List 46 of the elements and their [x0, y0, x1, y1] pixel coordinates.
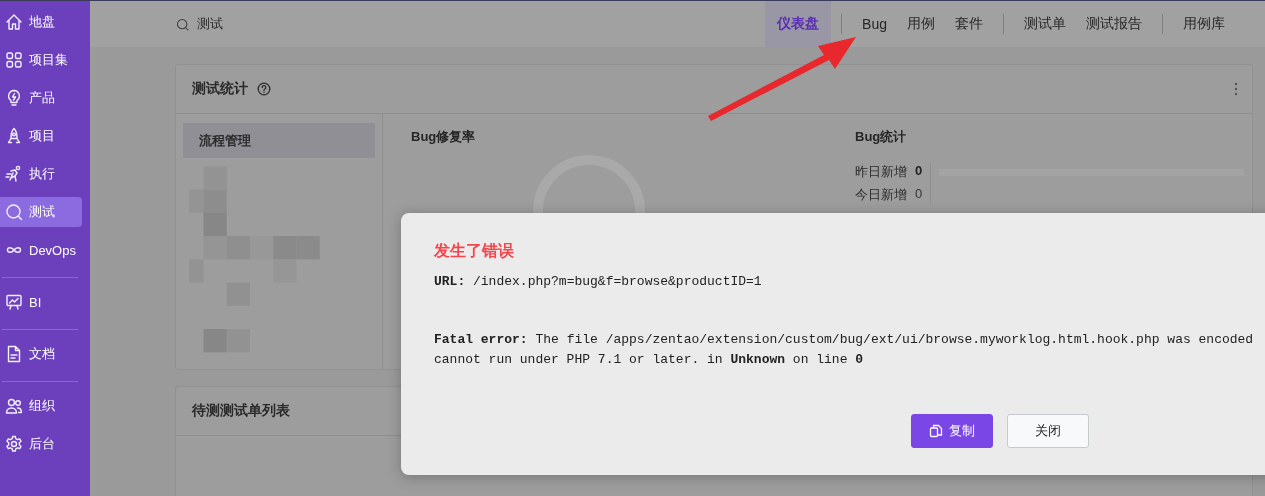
nav-tab[interactable]: 用例库: [1173, 1, 1235, 47]
dialog-title: 发生了错误: [434, 241, 515, 261]
lightbulb-icon: [5, 89, 23, 107]
copy-button[interactable]: 复制: [911, 414, 993, 448]
copy-icon: [929, 424, 943, 438]
nav-item[interactable]: 执行: [0, 159, 82, 189]
nav-item[interactable]: 组织: [0, 391, 82, 421]
more-icon[interactable]: [1234, 82, 1238, 96]
rocket-icon: [5, 127, 23, 145]
nav-item[interactable]: 产品: [0, 83, 82, 113]
stat-value: 0: [915, 186, 923, 203]
nav-item[interactable]: 项目: [0, 121, 82, 151]
gear-icon: [5, 435, 23, 453]
document-icon: [5, 345, 23, 363]
nav-item[interactable]: BI: [0, 287, 82, 317]
search-icon: [176, 17, 189, 31]
stat-label: 昨日新增: [855, 163, 907, 181]
module-title: 测试: [197, 15, 223, 33]
card-title: 测试统计: [192, 80, 248, 98]
grid-icon: [5, 51, 23, 69]
product-item[interactable]: 流程管理: [183, 123, 375, 158]
home-icon: [5, 13, 23, 31]
nav-item[interactable]: 地盘: [0, 7, 82, 37]
nav-tab[interactable]: Bug: [852, 1, 897, 47]
error-message: Fatal error: The file /apps/zentao/extension/custom/bug/ext/ui/browse.myworklog.html.hook.php was encoded cannot run under PHP 7.1 or later. in Unknown on line 0: [434, 331, 1255, 369]
people-icon: [5, 397, 23, 415]
runner-icon: [5, 165, 23, 183]
nav-tab[interactable]: 测试单: [1014, 1, 1076, 47]
nav-item[interactable]: 后台: [0, 429, 82, 459]
section-title: Bug修复率: [411, 128, 477, 146]
card-title: 待测测试单列表: [192, 402, 290, 420]
nav-item[interactable]: 测试: [0, 197, 82, 227]
nav-item[interactable]: DevOps: [0, 235, 82, 265]
chart-board-icon: [5, 293, 23, 311]
nav-tab[interactable]: 用例: [897, 1, 945, 47]
help-icon[interactable]: [257, 82, 271, 96]
stat-label: 今日新增: [855, 186, 907, 204]
nav-tab[interactable]: 测试报告: [1076, 1, 1152, 47]
nav-item[interactable]: 文档: [0, 339, 82, 369]
nav-item[interactable]: 项目集: [0, 45, 82, 75]
nav-tab[interactable]: 套件: [945, 1, 993, 47]
stat-value: 0: [915, 163, 923, 180]
section-title: Bug统计: [855, 128, 908, 146]
close-button[interactable]: 关闭: [1007, 414, 1089, 448]
url-text: URL: /index.php?m=bug&f=browse&productID=1: [434, 274, 763, 289]
search-icon: [5, 203, 23, 221]
